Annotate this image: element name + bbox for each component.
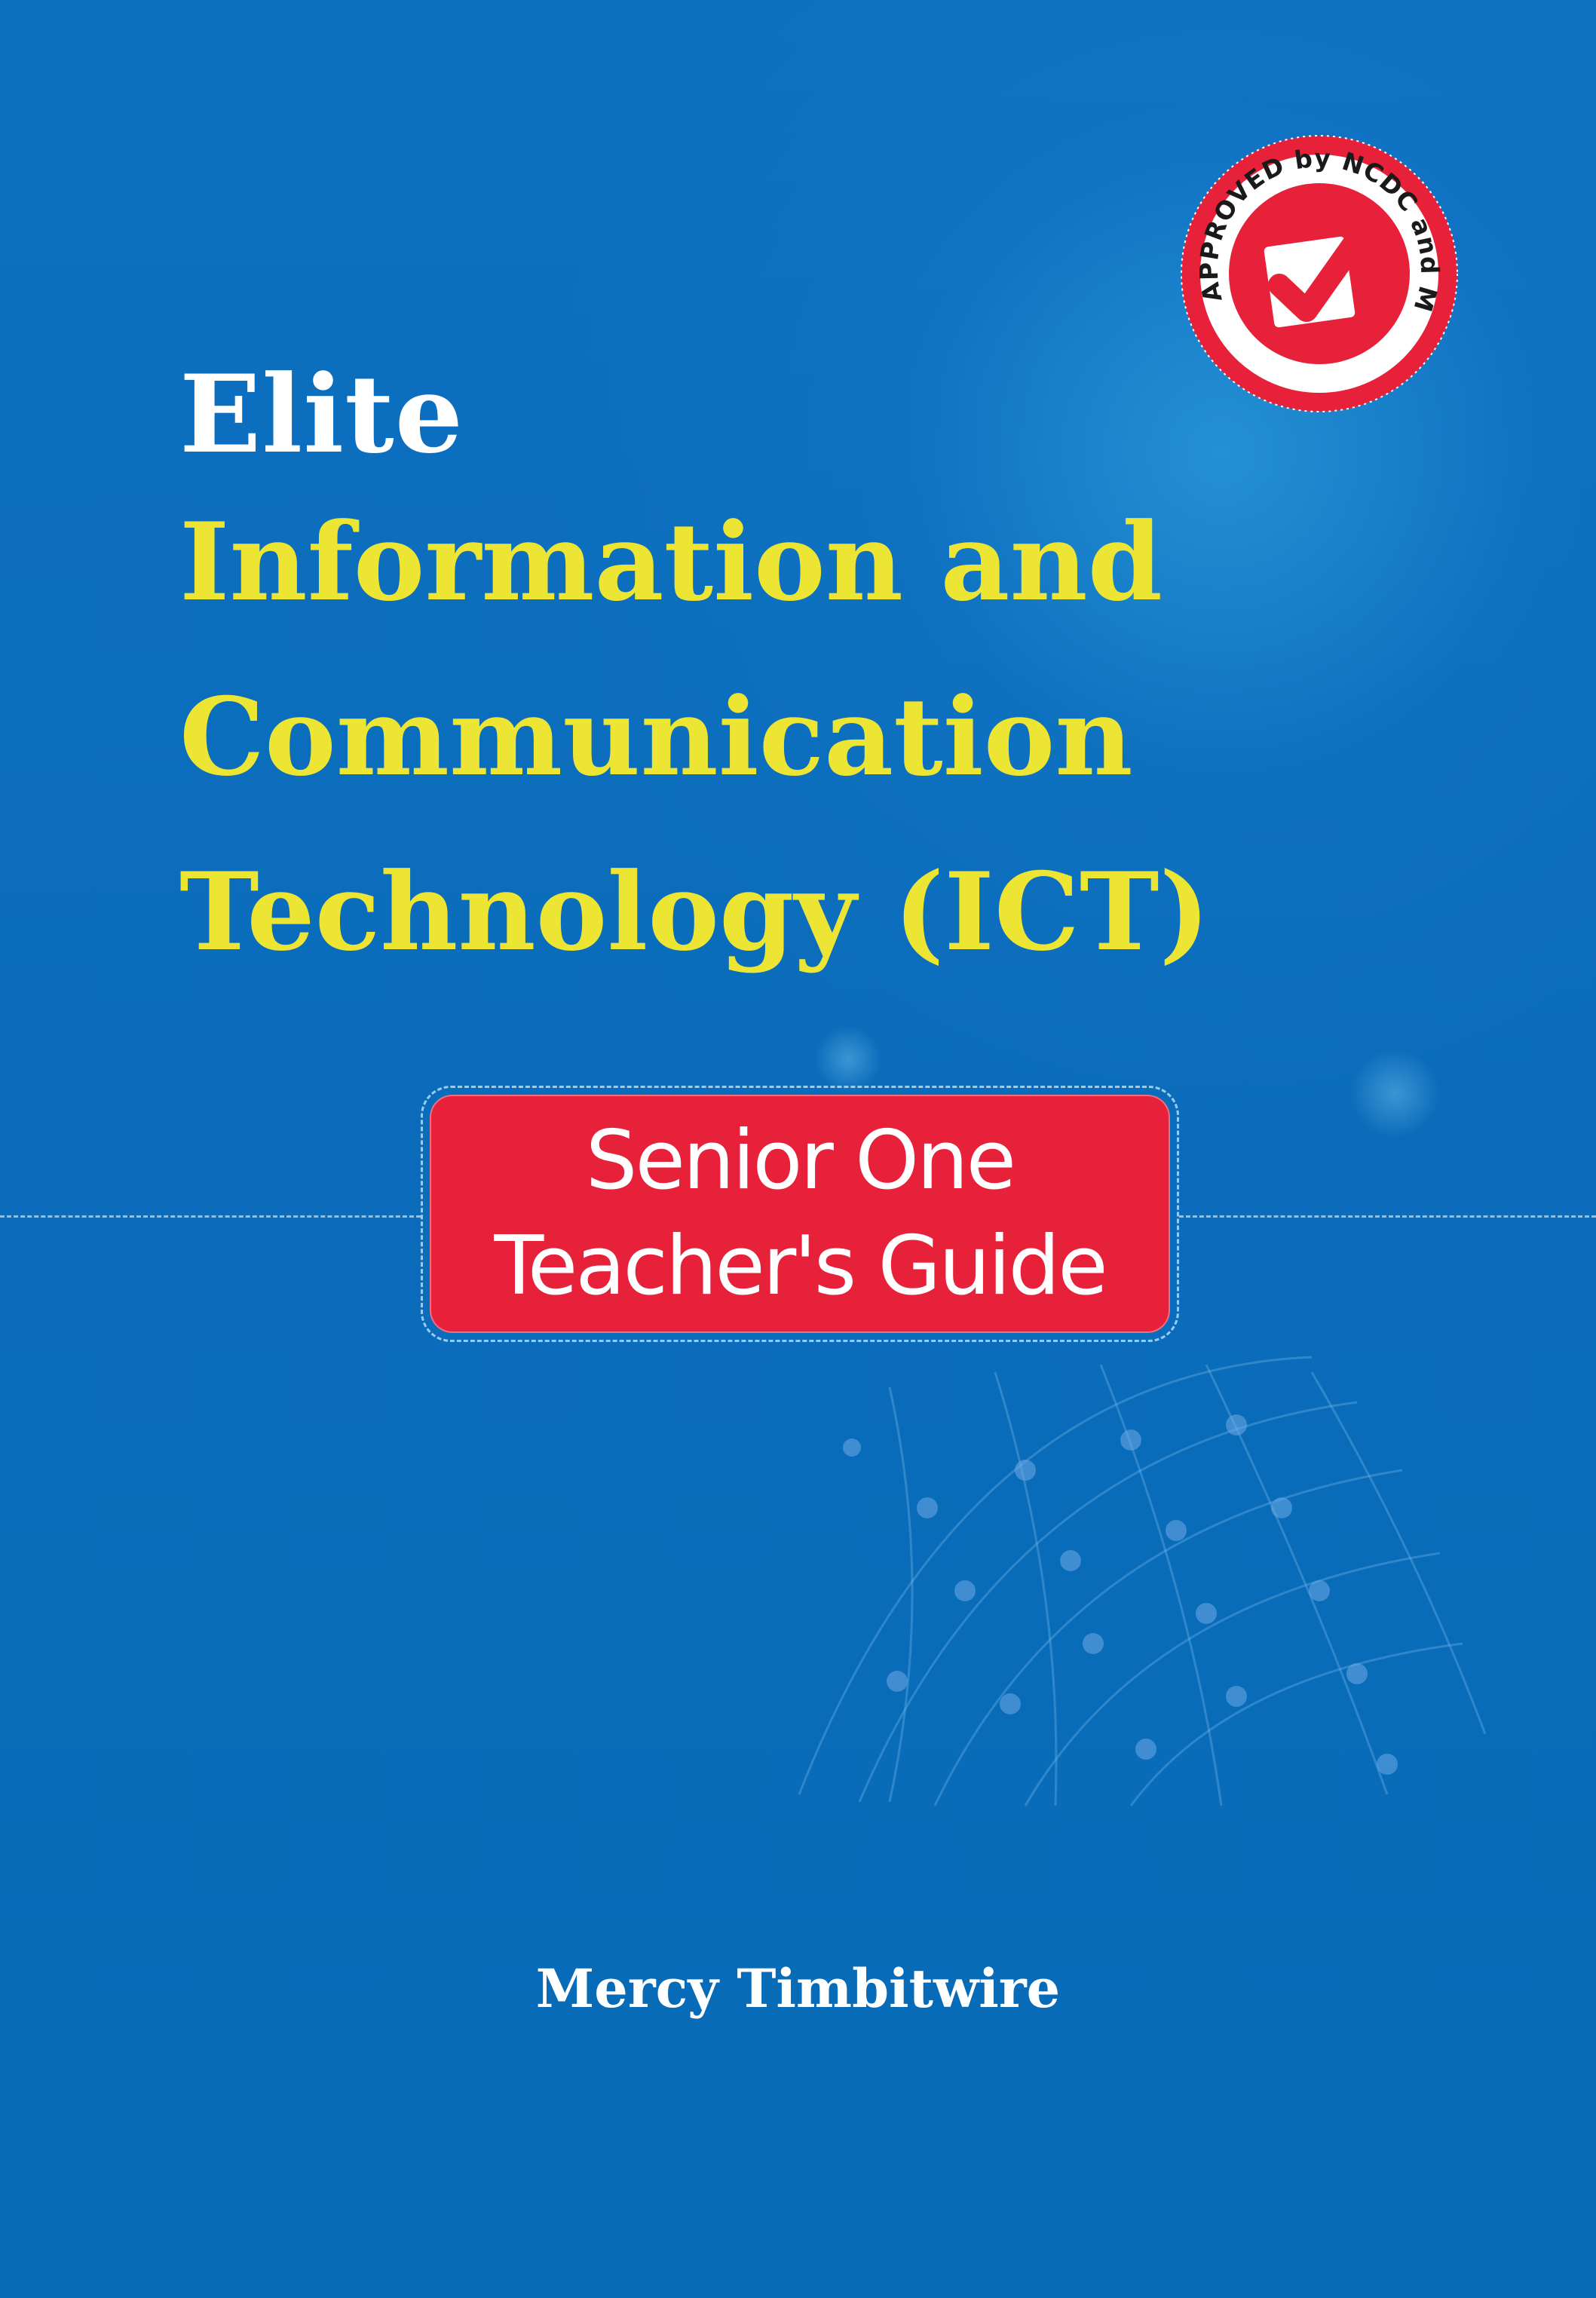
book-cover: APPROVED by NCDC and MoES Elite Informat…: [0, 0, 1596, 2298]
divider-left: [0, 1215, 421, 1218]
network-globe-graphic: [798, 1356, 1487, 1806]
divider-right: [1179, 1215, 1596, 1218]
light-flare: [814, 1025, 882, 1093]
author-name: Mercy Timbitwire: [535, 1957, 1061, 2020]
level-badge: Senior One Teacher's Guide: [430, 1095, 1170, 1333]
series-name: Elite: [179, 352, 464, 477]
badge-line-2: Teacher's Guide: [494, 1219, 1107, 1313]
title-line-3: Technology (ICT): [179, 850, 1210, 975]
title-block: Elite Information and Communication Tech…: [179, 354, 1210, 1000]
title-line-1: Information and: [179, 500, 1163, 625]
title-line-2: Communication: [179, 675, 1133, 800]
badge-line-1: Senior One: [585, 1114, 1016, 1208]
approval-stamp: APPROVED by NCDC and MoES: [1180, 134, 1458, 412]
light-flare: [1349, 1048, 1440, 1138]
